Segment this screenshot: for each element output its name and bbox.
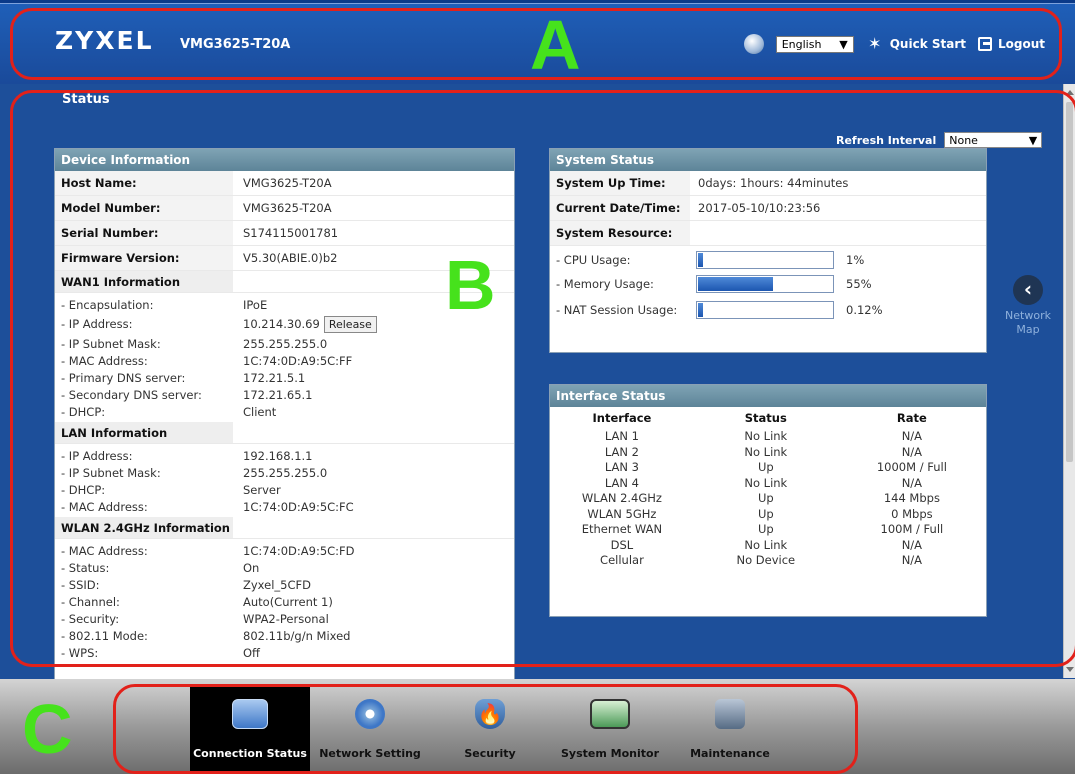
callout-outline-c [113, 684, 858, 774]
router-web-ui: ZYXEL VMG3625-T20A English ▼ ✶ Quick Sta… [0, 4, 1075, 774]
scroll-down-arrow-icon[interactable] [1066, 667, 1074, 672]
callout-letter-a: A [530, 6, 581, 84]
callout-letter-b: B [445, 246, 496, 324]
callout-outline-b [10, 90, 1075, 667]
callout-letter-c: C [22, 690, 73, 768]
